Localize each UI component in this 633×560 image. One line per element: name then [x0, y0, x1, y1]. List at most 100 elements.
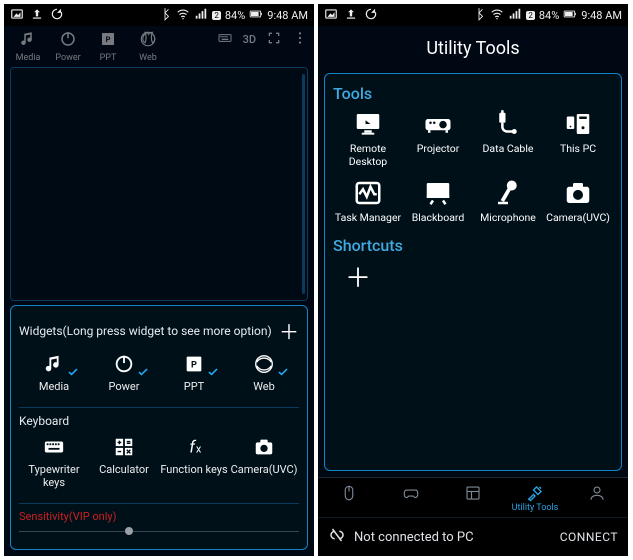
widgets-heading: Widgets(Long press widget to see more op… [19, 324, 272, 338]
monitor-icon [351, 109, 385, 139]
connection-status: Not connected to PC [354, 530, 474, 545]
touchpad-scrollbar[interactable] [302, 74, 305, 294]
status-bar: 2 84% 9:48 AM [4, 4, 314, 26]
add-widget-button[interactable]: ＋ [279, 316, 299, 345]
divider [19, 503, 299, 504]
camera-icon [252, 436, 276, 458]
widget-media[interactable]: Media [19, 349, 89, 397]
battery-percent: 84% [539, 9, 559, 22]
tools-icon [525, 484, 545, 502]
function-icon: fx [182, 436, 206, 458]
mode-3d-button[interactable]: 3D [243, 33, 256, 46]
signal-icon [508, 7, 522, 24]
sim-indicator: 2 [526, 11, 535, 20]
gamepad-icon [401, 484, 421, 502]
topnav-media[interactable]: Media [10, 30, 46, 63]
wifi-icon [490, 7, 504, 24]
tool-task-manager[interactable]: Task Manager [333, 178, 403, 224]
pc-icon [561, 109, 595, 139]
svg-text:x: x [196, 443, 202, 456]
widget-ppt[interactable]: P PPT [159, 349, 229, 397]
nav-gamepad[interactable] [380, 478, 442, 517]
tool-camera-uvc[interactable]: Camera(UVC) [543, 178, 613, 224]
upload-icon [344, 7, 358, 24]
tools-grid: Remote Desktop Projector Data Cable This… [333, 109, 613, 234]
upload-icon [30, 7, 44, 24]
calculator-icon [112, 436, 136, 458]
picture-icon [10, 7, 24, 24]
divider [19, 407, 299, 408]
settings-panel: Widgets(Long press widget to see more op… [10, 305, 308, 550]
keyboard-icon [42, 436, 66, 458]
kbd-typewriter[interactable]: Typewriter keys [19, 432, 89, 493]
cable-icon [491, 109, 525, 139]
kbd-calculator[interactable]: Calculator [89, 432, 159, 493]
picture-icon [324, 7, 338, 24]
more-icon[interactable] [292, 30, 308, 49]
refresh-icon [364, 7, 378, 24]
check-icon [207, 366, 219, 383]
topnav-ppt[interactable]: P PPT [90, 30, 126, 63]
power-icon [59, 30, 77, 48]
status-bar: 2 84% 9:48 AM [318, 4, 628, 26]
nav-mouse[interactable] [318, 478, 380, 517]
keyboard-toggle-icon[interactable] [217, 30, 233, 49]
kbd-function[interactable]: fx Function keys [159, 432, 229, 493]
add-shortcut-button[interactable]: ＋ [343, 261, 373, 291]
connection-bar: Not connected to PC CONNECT [318, 517, 628, 556]
nav-profile[interactable] [566, 478, 628, 517]
battery-percent: 84% [225, 9, 245, 22]
widget-web[interactable]: Web [229, 349, 299, 397]
blackboard-icon [421, 178, 455, 208]
check-icon [277, 366, 289, 383]
svg-text:P: P [191, 361, 197, 371]
check-icon [67, 366, 79, 383]
layout-icon [463, 484, 483, 502]
bottom-nav: Utility Tools [318, 477, 628, 517]
camera-icon [561, 178, 595, 208]
check-icon [137, 366, 149, 383]
microphone-icon [491, 178, 525, 208]
tool-remote-desktop[interactable]: Remote Desktop [333, 109, 403, 168]
web-icon [139, 30, 157, 48]
tool-blackboard[interactable]: Blackboard [403, 178, 473, 224]
shortcuts-heading: Shortcuts [333, 236, 613, 255]
tools-panel: Tools Remote Desktop Projector Data Cabl… [324, 73, 622, 471]
fullscreen-icon[interactable] [266, 30, 282, 49]
tool-data-cable[interactable]: Data Cable [473, 109, 543, 168]
page-title: Utility Tools [318, 26, 628, 73]
activity-icon [351, 178, 385, 208]
person-icon [587, 484, 607, 502]
music-icon [19, 30, 37, 48]
projector-icon [421, 109, 455, 139]
widget-power[interactable]: Power [89, 349, 159, 397]
right-screen: 2 84% 9:48 AM Utility Tools Tools Remote… [318, 4, 628, 556]
topnav-web[interactable]: Web [130, 30, 166, 63]
left-screen: 2 84% 9:48 AM Media Power P PPT Web 3D [4, 4, 314, 556]
remote-touchpad[interactable] [10, 67, 308, 301]
tools-heading: Tools [333, 84, 613, 103]
bluetooth-icon [158, 7, 172, 24]
topnav-power[interactable]: Power [50, 30, 86, 63]
music-icon [42, 353, 66, 375]
power-icon [112, 353, 136, 375]
nav-layout[interactable] [442, 478, 504, 517]
web-icon [252, 353, 276, 375]
clock-time: 9:48 AM [581, 9, 622, 22]
signal-icon [194, 7, 208, 24]
sensitivity-slider[interactable] [19, 525, 299, 539]
refresh-icon [50, 7, 64, 24]
sensitivity-label: Sensitivity(VIP only) [19, 510, 299, 523]
battery-icon [563, 7, 577, 24]
kbd-camera[interactable]: Camera(UVC) [229, 432, 299, 493]
top-nav: Media Power P PPT Web 3D [4, 26, 314, 63]
tool-this-pc[interactable]: This PC [543, 109, 613, 168]
tool-microphone[interactable]: Microphone [473, 178, 543, 224]
tool-projector[interactable]: Projector [403, 109, 473, 168]
link-broken-icon [328, 526, 354, 548]
sim-indicator: 2 [212, 11, 221, 20]
wifi-icon [176, 7, 190, 24]
keyboard-heading: Keyboard [19, 414, 299, 428]
connect-button[interactable]: CONNECT [560, 530, 618, 544]
nav-utility-tools[interactable]: Utility Tools [504, 478, 566, 517]
